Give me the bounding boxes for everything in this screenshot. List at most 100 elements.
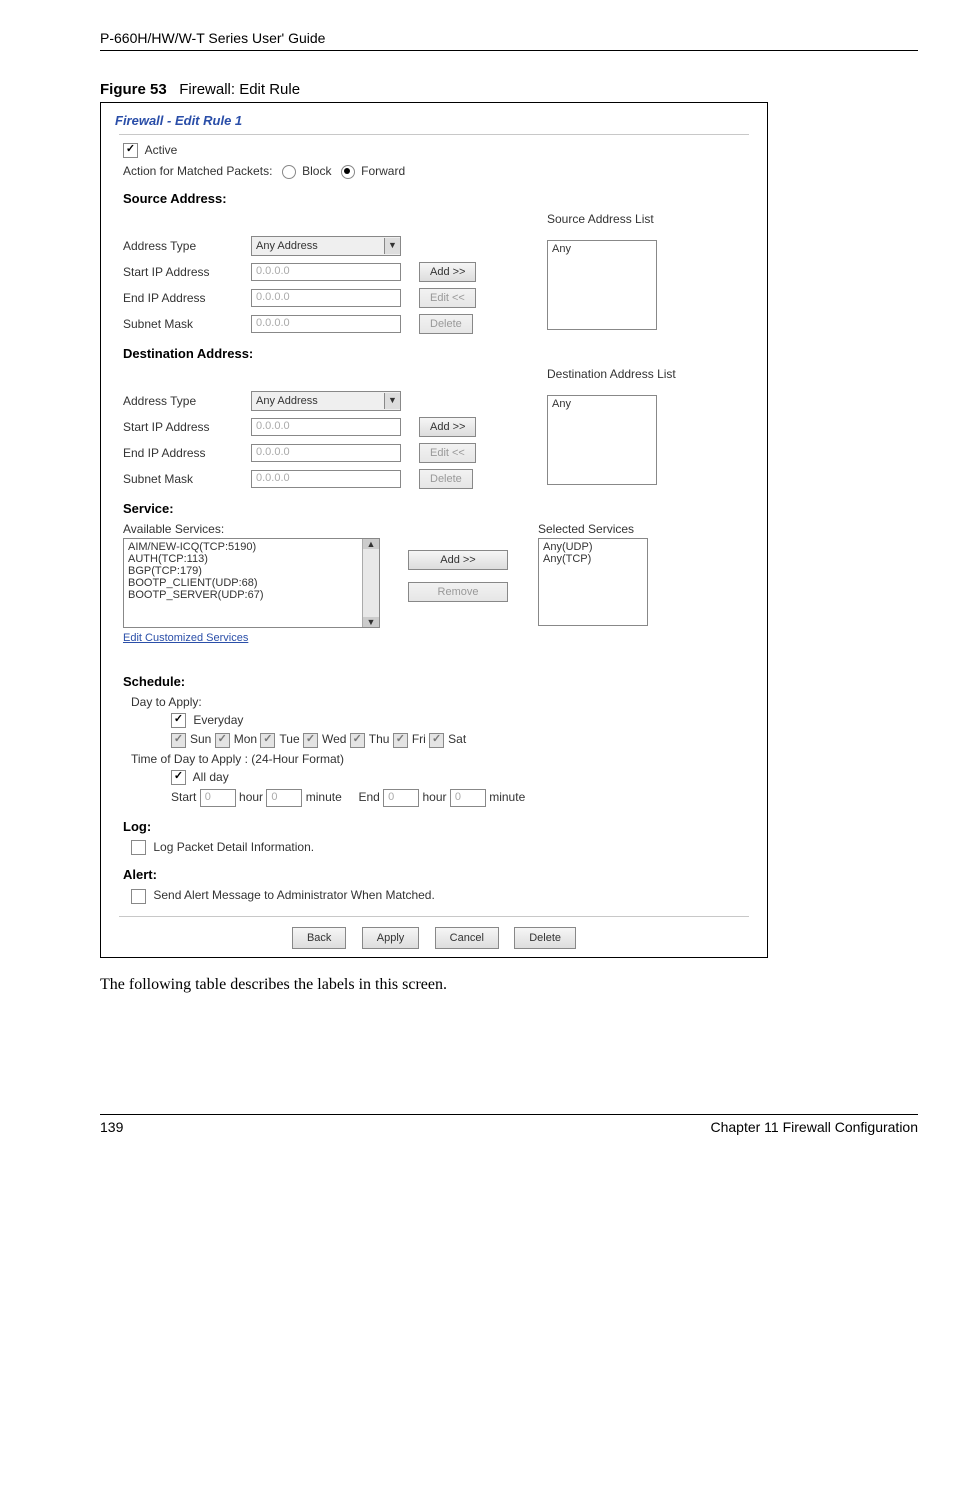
source-list-item[interactable]: Any — [552, 243, 652, 255]
dst-end-ip-label: End IP Address — [123, 446, 233, 460]
src-addr-type-label: Address Type — [123, 239, 233, 253]
day-fri-checkbox[interactable] — [393, 733, 408, 748]
day-tue-checkbox[interactable] — [260, 733, 275, 748]
radio-forward-label: Forward — [361, 164, 405, 178]
radio-forward[interactable] — [341, 165, 355, 179]
dst-delete-button[interactable]: Delete — [419, 469, 473, 489]
panel-title: Firewall - Edit Rule 1 — [111, 111, 757, 134]
end-hour-input[interactable]: 0 — [383, 789, 419, 807]
src-addr-type-value: Any Address — [256, 240, 318, 252]
src-start-ip-input[interactable]: 0.0.0.0 — [251, 263, 401, 281]
dst-end-ip-input[interactable]: 0.0.0.0 — [251, 444, 401, 462]
src-end-ip-input[interactable]: 0.0.0.0 — [251, 289, 401, 307]
service-remove-button[interactable]: Remove — [408, 582, 508, 602]
page-number: 139 — [100, 1119, 123, 1135]
allday-label: All day — [193, 770, 229, 784]
time-apply-label: Time of Day to Apply : (24-Hour Format) — [131, 752, 757, 766]
day-wed: Wed — [322, 732, 346, 746]
scroll-down-icon[interactable]: ▼ — [363, 617, 379, 627]
start-hour-input[interactable]: 0 — [200, 789, 236, 807]
src-edit-button[interactable]: Edit << — [419, 288, 476, 308]
scroll-up-icon[interactable]: ▲ — [363, 539, 379, 549]
src-delete-button[interactable]: Delete — [419, 314, 473, 334]
dst-start-ip-label: Start IP Address — [123, 420, 233, 434]
src-addr-type-dropdown[interactable]: Any Address ▼ — [251, 236, 401, 256]
log-checkbox[interactable] — [131, 840, 146, 855]
source-listbox[interactable]: Any — [547, 240, 657, 330]
service-item[interactable]: BGP(TCP:179) — [128, 565, 375, 577]
service-item[interactable]: BOOTP_SERVER(UDP:67) — [128, 589, 375, 601]
selected-services-listbox[interactable]: Any(UDP) Any(TCP) — [538, 538, 648, 626]
dest-listbox[interactable]: Any — [547, 395, 657, 485]
figure-title: Firewall: Edit Rule — [179, 81, 300, 98]
back-button[interactable]: Back — [292, 927, 346, 949]
bottom-divider — [119, 916, 749, 917]
day-thu-checkbox[interactable] — [350, 733, 365, 748]
dst-addr-type-dropdown[interactable]: Any Address ▼ — [251, 391, 401, 411]
start-minute-input[interactable]: 0 — [266, 789, 302, 807]
scrollbar[interactable]: ▲ ▼ — [362, 539, 379, 627]
selected-service-item[interactable]: Any(TCP) — [543, 553, 643, 565]
day-fri: Fri — [412, 732, 426, 746]
alert-heading: Alert: — [123, 867, 757, 882]
src-end-ip-label: End IP Address — [123, 291, 233, 305]
src-subnet-label: Subnet Mask — [123, 317, 233, 331]
service-item[interactable]: BOOTP_CLIENT(UDP:68) — [128, 577, 375, 589]
minute-label-1: minute — [306, 790, 342, 804]
service-add-button[interactable]: Add >> — [408, 550, 508, 570]
chapter-label: Chapter 11 Firewall Configuration — [710, 1119, 918, 1135]
available-services-label: Available Services: — [123, 522, 378, 536]
dst-subnet-input[interactable]: 0.0.0.0 — [251, 470, 401, 488]
minute-label-2: minute — [489, 790, 525, 804]
everyday-checkbox[interactable] — [171, 713, 186, 728]
end-minute-input[interactable]: 0 — [450, 789, 486, 807]
active-checkbox[interactable] — [123, 143, 138, 158]
dst-start-ip-input[interactable]: 0.0.0.0 — [251, 418, 401, 436]
src-add-button[interactable]: Add >> — [419, 262, 476, 282]
chevron-down-icon: ▼ — [384, 393, 400, 409]
apply-button[interactable]: Apply — [362, 927, 420, 949]
day-wed-checkbox[interactable] — [303, 733, 318, 748]
delete-button[interactable]: Delete — [514, 927, 576, 949]
day-sat-checkbox[interactable] — [429, 733, 444, 748]
alert-checkbox[interactable] — [131, 889, 146, 904]
dst-add-button[interactable]: Add >> — [419, 417, 476, 437]
available-services-listbox[interactable]: AIM/NEW-ICQ(TCP:5190) AUTH(TCP:113) BGP(… — [123, 538, 380, 628]
log-label: Log Packet Detail Information. — [153, 840, 314, 854]
source-list-header: Source Address List — [547, 212, 654, 226]
service-heading: Service: — [123, 501, 757, 516]
dst-subnet-label: Subnet Mask — [123, 472, 233, 486]
alert-label: Send Alert Message to Administrator When… — [153, 888, 434, 902]
figure-number: Figure 53 — [100, 81, 167, 98]
day-tue: Tue — [279, 732, 299, 746]
dest-list-item[interactable]: Any — [552, 398, 652, 410]
doc-header: P-660H/HW/W-T Series User' Guide — [100, 30, 918, 46]
day-thu: Thu — [369, 732, 390, 746]
dst-addr-type-label: Address Type — [123, 394, 233, 408]
src-start-ip-label: Start IP Address — [123, 265, 233, 279]
radio-block-label: Block — [302, 164, 331, 178]
everyday-label: Everyday — [193, 713, 243, 727]
dst-addr-type-value: Any Address — [256, 395, 318, 407]
day-sun: Sun — [190, 732, 211, 746]
day-mon-checkbox[interactable] — [215, 733, 230, 748]
service-item[interactable]: AUTH(TCP:113) — [128, 553, 375, 565]
day-sat: Sat — [448, 732, 466, 746]
screenshot-panel: Firewall - Edit Rule 1 Active Action for… — [100, 102, 768, 958]
day-mon: Mon — [234, 732, 257, 746]
dest-list-header: Destination Address List — [547, 367, 676, 381]
hour-label-2: hour — [423, 790, 447, 804]
src-subnet-input[interactable]: 0.0.0.0 — [251, 315, 401, 333]
active-label: Active — [145, 143, 178, 157]
service-item[interactable]: AIM/NEW-ICQ(TCP:5190) — [128, 541, 375, 553]
log-heading: Log: — [123, 819, 757, 834]
hour-label-1: hour — [239, 790, 263, 804]
day-apply-label: Day to Apply: — [131, 695, 757, 709]
selected-service-item[interactable]: Any(UDP) — [543, 541, 643, 553]
day-sun-checkbox[interactable] — [171, 733, 186, 748]
edit-custom-services-link[interactable]: Edit Customized Services — [123, 632, 248, 644]
allday-checkbox[interactable] — [171, 770, 186, 785]
cancel-button[interactable]: Cancel — [435, 927, 499, 949]
radio-block[interactable] — [282, 165, 296, 179]
dst-edit-button[interactable]: Edit << — [419, 443, 476, 463]
